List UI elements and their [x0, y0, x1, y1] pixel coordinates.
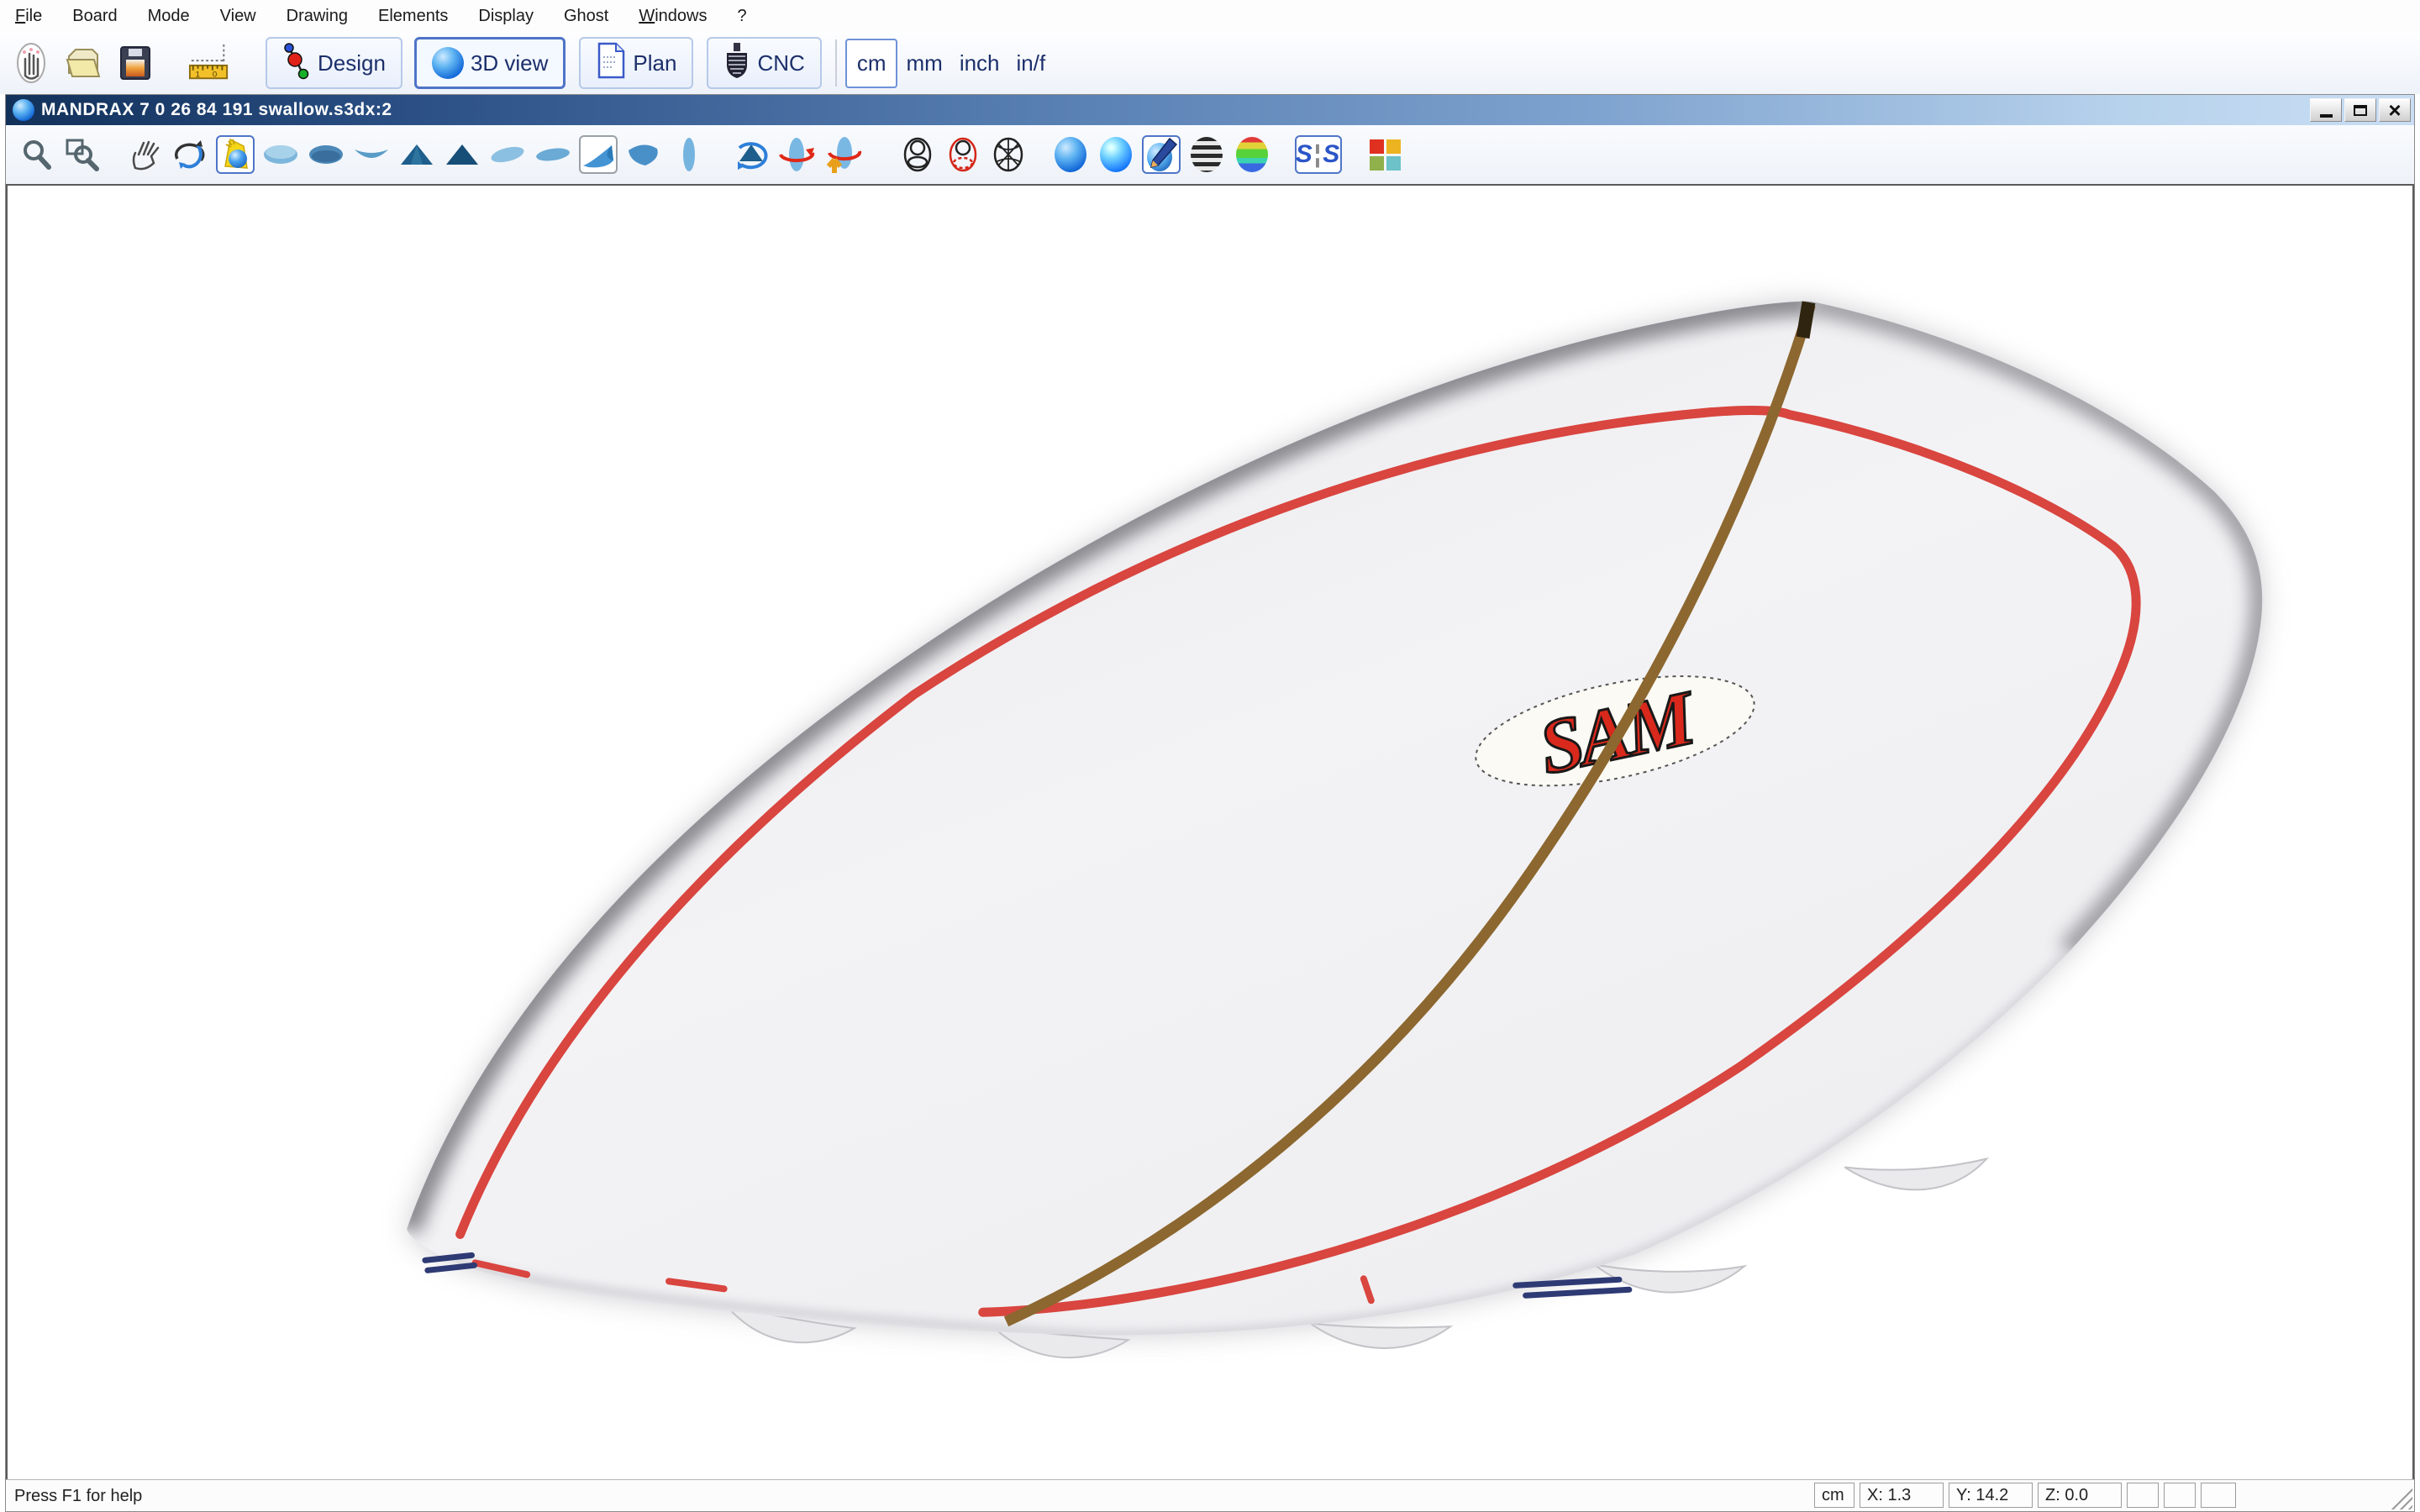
design-nodes-icon	[282, 41, 311, 86]
side-view-icon[interactable]	[352, 135, 391, 174]
unit-cm-button[interactable]: cm	[845, 39, 898, 88]
tail-tip-mark	[1803, 302, 1809, 338]
outline-view-icon[interactable]	[670, 135, 708, 174]
plan-mode-button[interactable]: Plan	[579, 37, 693, 89]
3d-sphere-icon	[432, 47, 464, 79]
menu-help[interactable]: ?	[737, 7, 746, 26]
menu-drawing[interactable]: Drawing	[287, 7, 348, 26]
3d-view-mode-label: 3D view	[471, 50, 548, 76]
color-palette-icon[interactable]	[1365, 135, 1404, 174]
surfboard-3d-view: SAM	[8, 186, 2412, 1481]
zebra-stripes-icon[interactable]	[1187, 135, 1226, 174]
wireframe-red-icon[interactable]	[944, 135, 982, 174]
window-title: MANDRAX 7 0 26 84 191 swallow.s3dx:2	[41, 100, 392, 120]
document-window: MANDRAX 7 0 26 84 191 swallow.s3dx:2 ×	[5, 94, 2415, 1512]
svg-text:0: 0	[213, 70, 217, 79]
unit-mm-button[interactable]: mm	[897, 50, 950, 76]
front-view-icon[interactable]	[397, 135, 436, 174]
bottom-view-icon[interactable]	[307, 135, 345, 174]
menu-mode[interactable]: Mode	[148, 7, 190, 26]
mesh-icon[interactable]	[989, 135, 1028, 174]
tilt-view-2-icon[interactable]	[534, 135, 572, 174]
menu-view[interactable]: View	[220, 7, 256, 26]
hand-new-icon[interactable]	[10, 41, 52, 85]
minimize-button[interactable]	[2310, 98, 2342, 122]
window-titlebar[interactable]: MANDRAX 7 0 26 84 191 swallow.s3dx:2 ×	[6, 95, 2414, 125]
3d-canvas[interactable]: SAM	[6, 184, 2414, 1481]
menu-elements[interactable]: Elements	[378, 7, 448, 26]
menu-board[interactable]: Board	[72, 7, 117, 26]
cnc-mode-label: CNC	[757, 50, 804, 76]
status-x-coordinate: X: 1.3	[1860, 1483, 1944, 1508]
save-icon[interactable]	[114, 41, 156, 85]
close-button[interactable]: ×	[2379, 98, 2411, 122]
status-y-coordinate: Y: 14.2	[1949, 1483, 2033, 1508]
main-toolbar: 10 Design 3D view Plan	[0, 32, 2420, 94]
zoom-icon[interactable]	[18, 135, 56, 174]
surfboard-body	[407, 302, 2262, 1336]
toolbar-separator	[835, 39, 837, 87]
perspective-selected-icon[interactable]	[579, 135, 618, 174]
unit-inch-button[interactable]: inch	[951, 50, 1008, 76]
wireframe-icon[interactable]	[898, 135, 937, 174]
status-help-text: Press F1 for help	[14, 1487, 142, 1506]
symmetry-icon[interactable]: S¦S	[1295, 135, 1342, 174]
menu-file[interactable]: File	[15, 7, 42, 26]
plan-document-icon	[596, 42, 626, 85]
tilt-view-1-icon[interactable]	[488, 135, 527, 174]
view-toolbar: S¦S	[6, 125, 2414, 184]
resize-grip[interactable]	[2391, 1488, 2412, 1509]
maximize-icon	[2354, 105, 2367, 116]
cnc-tool-icon	[723, 41, 750, 86]
back-view-icon[interactable]	[443, 135, 481, 174]
perspective-2-icon[interactable]	[624, 135, 663, 174]
design-mode-button[interactable]: Design	[266, 37, 402, 89]
status-bar: Press F1 for help cm X: 1.3 Y: 14.2 Z: 0…	[6, 1479, 2414, 1511]
status-z-coordinate: Z: 0.0	[2038, 1483, 2122, 1508]
close-icon: ×	[2388, 102, 2401, 118]
pan-hand-icon[interactable]	[125, 135, 164, 174]
zoom-window-icon[interactable]	[63, 135, 102, 174]
menu-display[interactable]: Display	[478, 7, 534, 26]
rotate-3d-icon[interactable]	[171, 135, 209, 174]
spin-animation-icon[interactable]	[732, 135, 771, 174]
maximize-button[interactable]	[2344, 98, 2376, 122]
svg-text:1: 1	[196, 70, 200, 79]
unit-inf-button[interactable]: in/f	[1008, 50, 1055, 76]
status-cell-1	[2127, 1483, 2159, 1508]
roll-animation-icon[interactable]	[777, 135, 816, 174]
status-unit: cm	[1814, 1483, 1854, 1508]
menu-bar: File Board Mode View Drawing Elements Di…	[0, 0, 2420, 32]
lighting-icon[interactable]	[216, 135, 255, 174]
cnc-mode-button[interactable]: CNC	[707, 37, 821, 89]
shaded-icon[interactable]	[1051, 135, 1090, 174]
flip-animation-icon[interactable]	[823, 135, 861, 174]
curvature-map-icon[interactable]	[1233, 135, 1271, 174]
status-cell-2	[2164, 1483, 2196, 1508]
ruler-dimensions-icon[interactable]: 10	[188, 41, 230, 85]
open-folder-icon[interactable]	[62, 41, 104, 85]
app-sphere-icon	[13, 99, 34, 121]
plan-mode-label: Plan	[633, 50, 676, 76]
3d-view-mode-button[interactable]: 3D view	[414, 37, 566, 89]
status-cell-3	[2201, 1483, 2236, 1508]
menu-windows[interactable]: Windows	[639, 7, 707, 26]
top-view-icon[interactable]	[261, 135, 300, 174]
minimize-icon	[2320, 114, 2333, 118]
paint-decoration-icon[interactable]	[1142, 135, 1181, 174]
shaded-bright-icon[interactable]	[1097, 135, 1135, 174]
menu-ghost[interactable]: Ghost	[564, 7, 608, 26]
design-mode-label: Design	[318, 50, 386, 76]
